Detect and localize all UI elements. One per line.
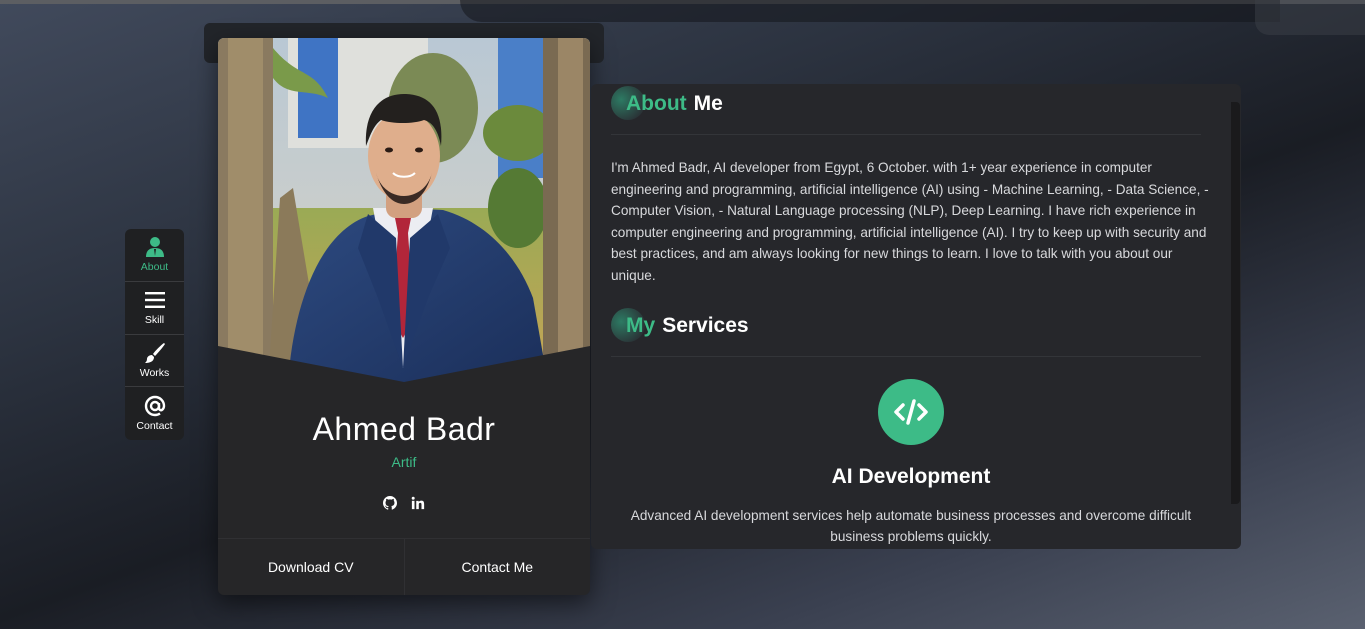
profile-photo	[218, 38, 590, 383]
menu-icon	[144, 289, 166, 311]
background-shape	[460, 0, 1280, 22]
social-links	[218, 495, 590, 511]
section-divider	[611, 134, 1201, 135]
profile-card: Ahmed Badr Artif Download CV Contact Me	[218, 38, 590, 595]
service-description: Advanced AI development services help au…	[630, 508, 1192, 544]
nav-label: Contact	[136, 420, 173, 433]
nav-label: Skill	[144, 314, 165, 327]
services-title: My Services	[611, 306, 1211, 346]
nav-item-works[interactable]: Works	[125, 335, 184, 388]
download-cv-button[interactable]: Download CV	[218, 539, 405, 595]
nav-item-skill[interactable]: Skill	[125, 282, 184, 335]
service-title: AI Development	[831, 465, 991, 488]
nav-label: About	[140, 261, 169, 274]
about-title-accent: About	[626, 92, 687, 115]
code-icon	[878, 379, 944, 445]
nav-item-contact[interactable]: Contact	[125, 387, 184, 440]
about-title: About Me	[611, 84, 1211, 124]
section-divider	[611, 356, 1201, 357]
service-item: AI Development Advanced AI development s…	[611, 379, 1211, 547]
github-icon[interactable]	[382, 495, 398, 511]
at-icon	[144, 395, 166, 417]
about-title-rest: Me	[693, 92, 723, 115]
scrollbar[interactable]	[1231, 102, 1240, 504]
services-title-accent: My	[626, 314, 656, 337]
profile-name: Ahmed Badr	[312, 411, 496, 447]
side-navigation: About Skill Works Contact	[125, 229, 184, 440]
brush-icon	[144, 342, 166, 364]
content-panel: About Me I'm Ahmed Badr, AI developer fr…	[591, 84, 1241, 549]
nav-label: Works	[139, 366, 170, 379]
user-icon	[144, 236, 166, 258]
card-actions: Download CV Contact Me	[218, 538, 590, 595]
background-shape	[1255, 0, 1365, 35]
linkedin-icon[interactable]	[410, 495, 426, 511]
services-title-rest: Services	[662, 314, 749, 337]
about-text: I'm Ahmed Badr, AI developer from Egypt,…	[611, 160, 1209, 283]
contact-me-button[interactable]: Contact Me	[405, 539, 591, 595]
profile-role: Artif	[391, 454, 417, 470]
nav-item-about[interactable]: About	[125, 229, 184, 282]
